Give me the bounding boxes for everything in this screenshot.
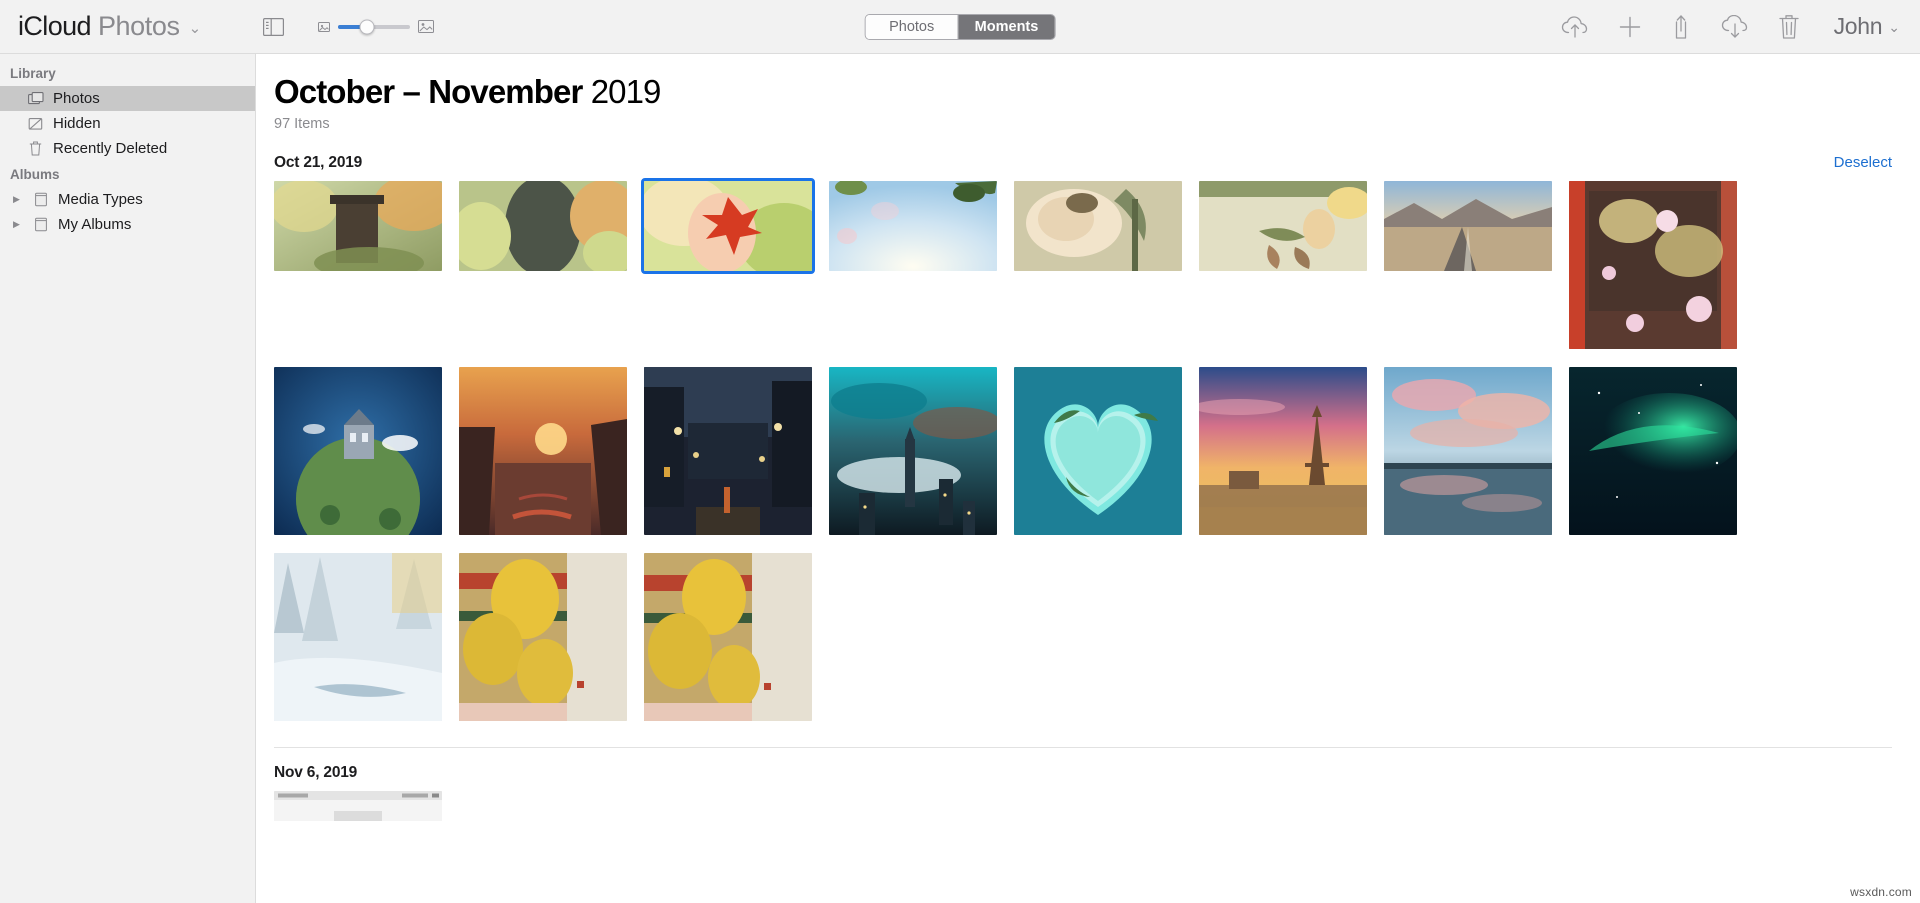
moment-header: Nov 6, 2019	[274, 764, 1902, 782]
brand-photos-label: Photos	[97, 11, 180, 41]
photos-icon	[27, 90, 44, 107]
photo-grid-panel: October – November 2019 97 Items Oct 21,…	[256, 54, 1920, 903]
page-title-range: October – November	[274, 73, 583, 110]
photo-pink-cloud-lake-reflection[interactable]	[1384, 366, 1552, 535]
moment-date-label: Nov 6, 2019	[274, 763, 358, 781]
photo-sunset-palm-street[interactable]	[459, 366, 627, 535]
sidebar-item-hidden[interactable]: Hidden	[0, 111, 255, 136]
view-mode-segmented-control[interactable]: Photos Moments	[864, 13, 1056, 40]
tab-moments[interactable]: Moments	[957, 14, 1055, 39]
photo-heart-shaped-island-lagoon[interactable]	[1014, 366, 1182, 535]
sidebar-item-label: Photos	[53, 90, 100, 107]
plus-icon[interactable]	[1618, 15, 1642, 39]
sidebar-item-media-types[interactable]: ▶ Media Types	[0, 187, 255, 212]
photo-grid	[274, 790, 1902, 821]
moment-date-label: Oct 21, 2019	[274, 153, 363, 171]
moment-header: Oct 21, 2019 Deselect	[274, 154, 1902, 172]
photo-cherry-blossom-red-wall[interactable]	[1569, 180, 1737, 349]
hidden-icon	[27, 115, 44, 132]
sidebar-item-recently-deleted[interactable]: Recently Deleted	[0, 136, 255, 161]
top-toolbar: iCloud Photos ⌄ Photos Moments John ⌄	[0, 0, 1920, 54]
cloud-upload-icon[interactable]	[1560, 15, 1590, 39]
photo-blue-sky-sun-flare[interactable]	[829, 180, 997, 271]
chevron-down-icon: ⌄	[1888, 19, 1900, 35]
tab-photos[interactable]: Photos	[865, 14, 958, 39]
sidebar-item-label: Recently Deleted	[53, 140, 168, 157]
chevron-down-icon: ⌄	[188, 20, 202, 37]
page-title-year: 2019	[590, 73, 662, 110]
photo-ginkgo-temple-gold-a[interactable]	[459, 552, 627, 721]
moment-section: Oct 21, 2019 Deselect	[274, 154, 1902, 721]
photo-night-city-street-lights[interactable]	[644, 366, 812, 535]
small-thumbnail-icon	[318, 21, 331, 32]
sidebar-item-photos[interactable]: Photos	[0, 86, 255, 111]
sidebar: Library Photos Hidden Recently Deleted A…	[0, 54, 256, 903]
moment-divider	[274, 746, 1892, 748]
photo-tree-trunk-maple-leaves[interactable]	[459, 180, 627, 271]
trash-icon[interactable]	[1778, 14, 1800, 40]
album-icon	[32, 216, 49, 233]
deselect-button[interactable]: Deselect	[1834, 154, 1892, 171]
app-brand[interactable]: iCloud Photos ⌄	[18, 11, 201, 42]
sidebar-section-library: Library	[10, 66, 56, 81]
large-thumbnail-icon	[418, 20, 435, 33]
sidebar-toggle-icon[interactable]	[263, 17, 285, 36]
trash-icon	[27, 140, 44, 157]
zoom-slider-track[interactable]	[338, 19, 411, 34]
moment-section: Nov 6, 2019	[274, 764, 1902, 821]
share-icon[interactable]	[1670, 14, 1692, 40]
photo-yellow-rose-buds[interactable]	[1199, 180, 1367, 271]
photo-red-maple-leaf-in-hand[interactable]	[641, 177, 815, 274]
thumbnail-size-slider-group[interactable]	[318, 19, 435, 34]
chevron-right-icon[interactable]: ▶	[10, 194, 23, 205]
photo-withered-cream-rose[interactable]	[1014, 180, 1182, 271]
photo-wooden-shrine-autumn[interactable]	[274, 180, 442, 271]
sidebar-item-label: Hidden	[53, 115, 101, 132]
photo-desert-highway-mountains[interactable]	[1384, 180, 1552, 271]
sidebar-item-my-albums[interactable]: ▶ My Albums	[0, 212, 255, 237]
photo-snow-winter-forest-river[interactable]	[274, 552, 442, 721]
toolbar-actions: John ⌄	[1560, 13, 1900, 40]
zoom-slider-knob[interactable]	[359, 19, 375, 34]
account-menu[interactable]: John ⌄	[1834, 13, 1900, 40]
cloud-download-icon[interactable]	[1720, 14, 1750, 39]
sidebar-section-albums: Albums	[10, 167, 60, 182]
page-title: October – November 2019	[274, 73, 1902, 111]
photo-tiny-planet-castle[interactable]	[274, 366, 442, 535]
photo-ginkgo-temple-gold-b[interactable]	[644, 552, 812, 721]
brand-icloud-label: iCloud	[18, 11, 92, 41]
chevron-right-icon[interactable]: ▶	[10, 219, 23, 230]
album-icon	[32, 191, 49, 208]
item-count-label: 97 Items	[274, 115, 330, 132]
sidebar-item-label: Media Types	[58, 191, 143, 208]
sidebar-item-label: My Albums	[58, 216, 132, 233]
photo-teal-city-skyline-dusk[interactable]	[829, 366, 997, 535]
photo-grid	[274, 177, 1902, 721]
photo-eiffel-tower-sunset[interactable]	[1199, 366, 1367, 535]
photo-aurora-borealis-green[interactable]	[1569, 366, 1737, 535]
main-body: Library Photos Hidden Recently Deleted A…	[0, 54, 1920, 903]
account-name-label: John	[1833, 13, 1883, 39]
photo-partial-screenshot[interactable]	[274, 790, 442, 821]
watermark-label: wsxdn.com	[1850, 885, 1912, 899]
